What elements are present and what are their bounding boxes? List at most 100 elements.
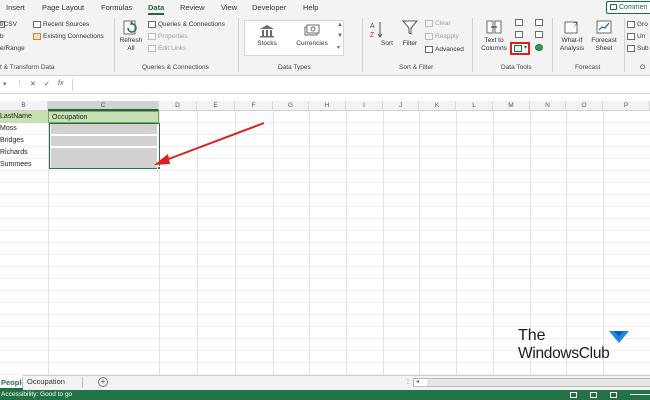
column-header-k[interactable]: K bbox=[419, 101, 456, 111]
currencies-button[interactable]: Currencies bbox=[294, 24, 330, 48]
group-icon[interactable] bbox=[627, 21, 635, 28]
cell-b1[interactable]: LastName bbox=[0, 111, 32, 123]
gallery-more-icon[interactable]: ▾ bbox=[337, 44, 340, 51]
column-header-j[interactable]: J bbox=[383, 101, 419, 111]
page-break-view-icon[interactable] bbox=[610, 392, 617, 398]
text-to-columns-icon bbox=[486, 20, 502, 34]
tab-help[interactable]: Help bbox=[303, 3, 318, 12]
cell-b5[interactable]: Summees bbox=[0, 159, 32, 171]
flash-fill-icon[interactable] bbox=[515, 19, 523, 26]
column-header-h[interactable]: H bbox=[309, 101, 346, 111]
add-sheet-icon[interactable]: + bbox=[98, 377, 108, 387]
stocks-button[interactable]: Stocks bbox=[252, 24, 282, 48]
scroll-left-icon[interactable]: ◂ bbox=[416, 378, 419, 385]
cell-c3[interactable] bbox=[51, 136, 157, 146]
recent-sources-button[interactable]: Recent Sources bbox=[43, 21, 89, 28]
horizontal-scroll-thumb[interactable] bbox=[427, 379, 650, 386]
cell-c2[interactable] bbox=[51, 124, 157, 134]
formula-input[interactable] bbox=[72, 79, 650, 91]
from-web-button[interactable]: b bbox=[0, 33, 4, 40]
data-validation-button[interactable]: ▾ bbox=[510, 42, 530, 55]
column-header-d[interactable]: D bbox=[159, 101, 197, 111]
gridline bbox=[273, 111, 274, 375]
subtotal-button[interactable]: Sub bbox=[637, 45, 649, 52]
existing-connections-button[interactable]: Existing Connections bbox=[43, 33, 104, 40]
refresh-all-button[interactable]: Refresh All bbox=[118, 18, 144, 53]
column-header-b[interactable]: B bbox=[0, 101, 48, 111]
tab-options-icon[interactable]: ⋮ bbox=[405, 378, 411, 385]
column-header-p[interactable]: P bbox=[603, 101, 650, 111]
gallery-down-icon[interactable]: ▼ bbox=[337, 33, 343, 39]
group-outline-label: O bbox=[640, 64, 646, 71]
sort-button[interactable]: Sort bbox=[372, 26, 394, 48]
queries-connections-button[interactable]: Queries & Connections bbox=[158, 21, 225, 28]
tab-view[interactable]: View bbox=[221, 3, 237, 12]
from-range-button[interactable]: e/Range bbox=[0, 45, 25, 52]
ungroup-icon[interactable] bbox=[627, 33, 635, 40]
cell-c5[interactable] bbox=[51, 158, 157, 168]
reapply-button[interactable]: Reapply bbox=[435, 33, 459, 40]
insert-function-icon[interactable]: fx bbox=[58, 80, 63, 87]
column-header-f[interactable]: F bbox=[235, 101, 273, 111]
column-header-n[interactable]: N bbox=[530, 101, 566, 111]
clear-button[interactable]: Clear bbox=[435, 20, 451, 27]
column-header-c[interactable]: C bbox=[48, 101, 159, 111]
tab-separator bbox=[82, 377, 83, 388]
text-to-columns-button[interactable]: Text to Columns bbox=[478, 18, 510, 53]
group-button[interactable]: Gro bbox=[637, 21, 648, 28]
queries-connections-icon bbox=[148, 21, 156, 28]
remove-duplicates-icon[interactable] bbox=[515, 31, 523, 38]
cell-c1[interactable]: Occupation bbox=[48, 111, 159, 123]
tab-formulas[interactable]: Formulas bbox=[101, 3, 132, 12]
ribbon-separator bbox=[114, 18, 115, 72]
advanced-button[interactable]: Advanced bbox=[435, 46, 464, 53]
column-header-e[interactable]: E bbox=[197, 101, 235, 111]
column-header-o[interactable]: O bbox=[566, 101, 603, 111]
manage-data-model-icon[interactable] bbox=[535, 44, 543, 51]
tab-data[interactable]: Data bbox=[148, 3, 165, 15]
enter-icon[interactable]: ✓ bbox=[44, 80, 50, 88]
zoom-slider[interactable] bbox=[630, 394, 650, 395]
watermark-line2: WindowsClub bbox=[518, 345, 610, 362]
properties-button[interactable]: Properties bbox=[158, 33, 188, 40]
sheet-tab-occupation[interactable]: Occupation bbox=[27, 377, 65, 386]
gallery-up-icon[interactable]: ▲ bbox=[337, 22, 343, 28]
accessibility-status[interactable]: Accessibility: Good to go bbox=[1, 391, 72, 398]
edit-links-button[interactable]: Edit Links bbox=[158, 45, 186, 52]
forecast-sheet-button[interactable]: Forecast Sheet bbox=[589, 18, 619, 53]
cell-b3[interactable]: Bridges bbox=[0, 135, 24, 147]
subtotal-icon[interactable] bbox=[627, 45, 635, 52]
group-sort-filter-label: Sort & Filter bbox=[399, 64, 434, 71]
comments-button[interactable]: Commen bbox=[606, 1, 650, 14]
ungroup-button[interactable]: Un bbox=[637, 33, 645, 40]
column-header-g[interactable]: G bbox=[273, 101, 309, 111]
sheet-tab-people[interactable]: People bbox=[0, 375, 23, 390]
clear-filter-icon bbox=[425, 20, 433, 27]
gridline bbox=[566, 111, 567, 375]
gridline bbox=[419, 111, 420, 375]
consolidate-icon[interactable] bbox=[535, 19, 543, 26]
column-header-m[interactable]: M bbox=[493, 101, 530, 111]
page-layout-view-icon[interactable] bbox=[590, 392, 597, 398]
tab-developer[interactable]: Developer bbox=[252, 3, 286, 12]
tab-page-layout[interactable]: Page Layout bbox=[42, 3, 84, 12]
cancel-icon[interactable]: ✕ bbox=[30, 80, 36, 88]
from-csv-button[interactable]: t/CSV bbox=[0, 21, 17, 28]
ribbon-separator bbox=[238, 18, 239, 72]
status-bar bbox=[0, 390, 650, 400]
what-if-analysis-button[interactable]: ? What-If Analysis bbox=[557, 18, 587, 53]
relationships-icon[interactable] bbox=[535, 31, 543, 38]
menu-tab-bar: Insert Page Layout Formulas Data Review … bbox=[0, 0, 650, 16]
ribbon-separator bbox=[552, 18, 553, 72]
recent-sources-icon bbox=[33, 21, 41, 28]
filter-button[interactable]: Filter bbox=[398, 18, 422, 48]
normal-view-icon[interactable] bbox=[570, 392, 577, 398]
tab-review[interactable]: Review bbox=[180, 3, 205, 12]
cell-c4[interactable] bbox=[51, 148, 157, 158]
cell-b4[interactable]: Richards bbox=[0, 147, 28, 159]
column-header-l[interactable]: L bbox=[456, 101, 493, 111]
tab-insert[interactable]: Insert bbox=[6, 3, 25, 12]
cell-b2[interactable]: Moss bbox=[0, 123, 17, 135]
column-header-i[interactable]: I bbox=[346, 101, 383, 111]
namebox-chevron-icon[interactable]: ▾ bbox=[3, 80, 7, 88]
